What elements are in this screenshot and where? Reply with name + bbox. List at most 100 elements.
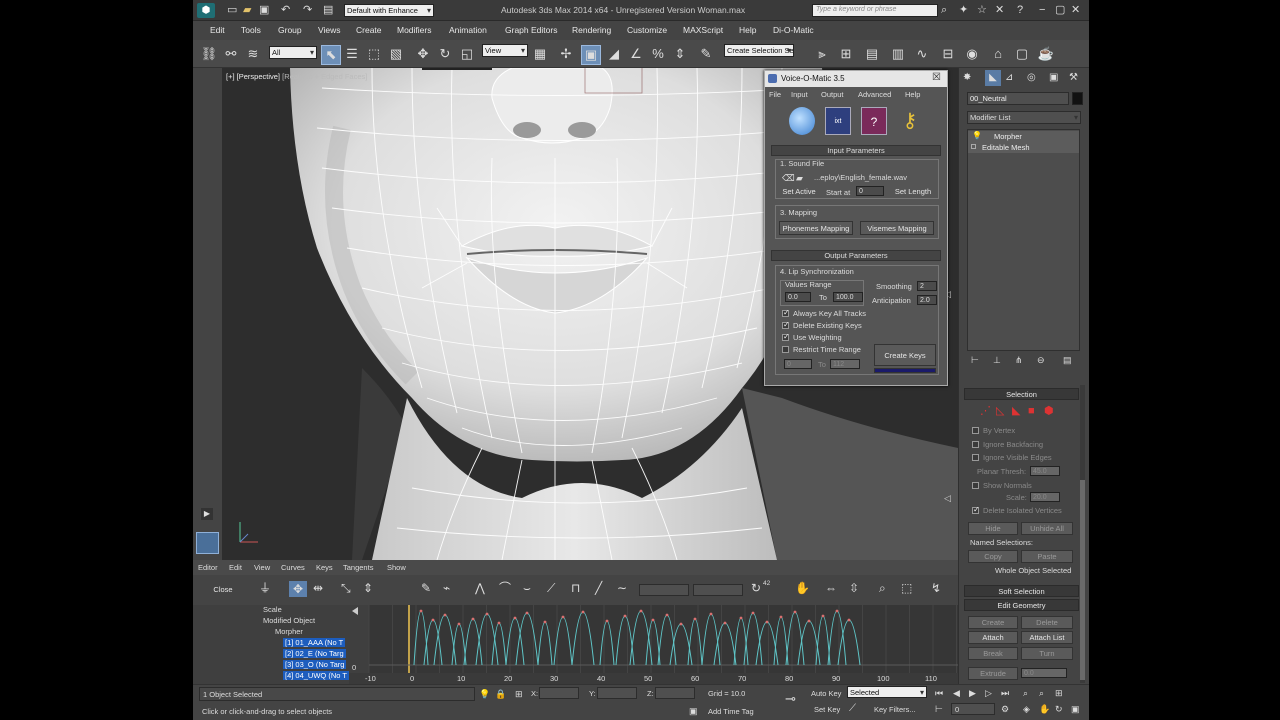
select-manipulate-icon[interactable]: ✢ bbox=[557, 45, 575, 63]
tangent-custom-icon[interactable]: ⌒ bbox=[499, 582, 511, 594]
tangent-step-icon[interactable]: ⊓ bbox=[571, 582, 580, 594]
time-from-spinner[interactable]: 0 bbox=[784, 359, 812, 369]
expand-icon[interactable] bbox=[971, 144, 976, 149]
viewport-point-of-view[interactable]: [Perspective] bbox=[237, 72, 280, 81]
turn-button[interactable]: Turn bbox=[1021, 647, 1073, 660]
mirror-icon[interactable]: ⫸ bbox=[813, 45, 831, 63]
make-unique-icon[interactable]: ⋔ bbox=[1015, 354, 1023, 366]
break-button[interactable]: Break bbox=[968, 647, 1018, 660]
polygon-level-icon[interactable]: ■ bbox=[1028, 405, 1035, 417]
time-to-spinner[interactable]: 112 bbox=[830, 359, 860, 369]
unhide-all-button[interactable]: Unhide All bbox=[1021, 522, 1073, 535]
vom-output-params-header[interactable]: Output Parameters bbox=[771, 250, 941, 261]
search-icon[interactable]: ⌕ bbox=[941, 4, 947, 16]
character-mapping-icon[interactable]: ? bbox=[861, 107, 887, 135]
zoom-all-icon[interactable]: ⌕ bbox=[1039, 687, 1044, 699]
workspace-dropdown[interactable]: Default with Enhance bbox=[344, 4, 434, 17]
menu-customize[interactable]: Customize bbox=[627, 25, 667, 35]
link-icon[interactable]: ⛓ bbox=[200, 45, 218, 63]
tree-channel-2[interactable]: [2] 02_E (No Targ bbox=[283, 649, 346, 658]
key-filters-button[interactable]: Key Filters... bbox=[874, 705, 916, 714]
isolate-selection-icon[interactable]: 💡 bbox=[479, 688, 490, 700]
undo-icon[interactable]: ↶ bbox=[281, 4, 290, 16]
set-key-button[interactable]: Set Key bbox=[814, 705, 840, 714]
attach-list-button[interactable]: Attach List bbox=[1021, 631, 1073, 644]
key-value-field[interactable] bbox=[693, 584, 743, 596]
go-to-start-icon[interactable]: ⏮ bbox=[935, 687, 943, 699]
planar-thresh-spinner[interactable]: 45.0 bbox=[1030, 466, 1060, 476]
zoom-region-icon[interactable]: ⬚ bbox=[901, 582, 912, 594]
start-at-spinner[interactable]: 0 bbox=[856, 186, 884, 196]
select-by-name-icon[interactable]: ☰ bbox=[343, 45, 361, 63]
tangent-slow-icon[interactable]: ⟋ bbox=[547, 582, 555, 594]
key-tangent-icon[interactable]: ⟋ bbox=[849, 703, 856, 715]
utilities-tab-icon[interactable]: ⚒ bbox=[1069, 72, 1078, 84]
orbit-icon[interactable]: ↻ bbox=[1055, 703, 1063, 715]
bind-space-warp-icon[interactable]: ≋ bbox=[244, 45, 262, 63]
select-rotate-icon[interactable]: ↻ bbox=[436, 45, 454, 63]
maximize-icon[interactable]: ▢ bbox=[1055, 4, 1065, 16]
vom-menu-file[interactable]: File bbox=[769, 90, 781, 99]
scale-values-icon[interactable]: ⇕ bbox=[363, 582, 373, 594]
zoom-horizontal-extents-icon[interactable]: ⇔ bbox=[825, 582, 837, 594]
face-level-icon[interactable]: ◣ bbox=[1012, 405, 1020, 417]
minimize-icon[interactable]: − bbox=[1039, 4, 1045, 16]
maximize-viewport-icon[interactable]: ⊞ bbox=[1055, 687, 1063, 699]
curve-editor-close-button[interactable]: Close bbox=[201, 583, 245, 598]
field-of-view-icon[interactable]: ◈ bbox=[1023, 703, 1030, 715]
ce-menu-view[interactable]: View bbox=[254, 563, 270, 572]
create-tab-icon[interactable]: ✸ bbox=[963, 72, 971, 84]
save-file-icon[interactable]: ▣ bbox=[259, 4, 269, 16]
key-selection-dropdown[interactable]: Selected bbox=[847, 686, 927, 698]
edit-named-selection-icon[interactable]: ✎ bbox=[697, 45, 715, 63]
pan-view-icon[interactable]: ✋ bbox=[1039, 703, 1050, 715]
element-level-icon[interactable]: ⬢ bbox=[1044, 405, 1054, 417]
graphite-modeling-icon[interactable]: ▥ bbox=[889, 45, 907, 63]
time-tag-icon[interactable]: ▣ bbox=[689, 705, 698, 717]
key-license-icon[interactable]: ⚷ bbox=[897, 107, 923, 135]
light-bulb-icon[interactable]: 💡 bbox=[972, 131, 982, 140]
smoothing-spinner[interactable]: 2 bbox=[917, 281, 937, 291]
select-scale-icon[interactable]: ◱ bbox=[458, 45, 476, 63]
zoom-value-extents-icon[interactable]: ⇳ bbox=[849, 582, 859, 594]
scale-spinner[interactable]: 20.0 bbox=[1030, 492, 1060, 502]
rectangular-selection-icon[interactable]: ⬚ bbox=[365, 45, 383, 63]
tree-channel-3[interactable]: [3] 03_O (No Targ bbox=[283, 660, 347, 669]
zoom-extents-all-icon[interactable]: ⌕ bbox=[1023, 687, 1028, 699]
paste-button[interactable]: Paste bbox=[1021, 550, 1073, 563]
configure-modifier-sets-icon[interactable]: ▤ bbox=[1063, 354, 1072, 366]
hide-button[interactable]: Hide bbox=[968, 522, 1018, 535]
render-setup-icon[interactable]: ⌂ bbox=[989, 45, 1007, 63]
motion-tab-icon[interactable]: ◎ bbox=[1027, 72, 1036, 84]
hierarchy-tab-icon[interactable]: ⊿ bbox=[1005, 72, 1013, 84]
close-window-icon[interactable]: ✕ bbox=[1071, 4, 1080, 16]
copy-button[interactable]: Copy bbox=[968, 550, 1018, 563]
ce-menu-tangents[interactable]: Tangents bbox=[343, 563, 373, 572]
tangent-linear-icon[interactable]: ╱ bbox=[595, 582, 602, 594]
remove-sound-icon[interactable]: ⌫ bbox=[782, 172, 795, 184]
select-object-icon[interactable]: ⬉ bbox=[321, 45, 341, 65]
vom-menu-output[interactable]: Output bbox=[821, 90, 844, 99]
delete-isolated-checkbox[interactable] bbox=[972, 505, 980, 514]
vom-close-button[interactable]: ☒ bbox=[932, 72, 941, 83]
project-folder-icon[interactable]: ▤ bbox=[323, 4, 333, 16]
spinner-snap-icon[interactable]: ⇕ bbox=[671, 45, 689, 63]
open-file-icon[interactable]: ▰ bbox=[243, 4, 251, 16]
tree-item-scale[interactable]: Scale bbox=[263, 605, 282, 614]
next-frame-icon[interactable]: ▷ bbox=[985, 687, 992, 699]
tree-channel-1[interactable]: [1] 01_AAA (No T bbox=[283, 638, 346, 647]
ce-menu-show[interactable]: Show bbox=[387, 563, 406, 572]
display-tab-icon[interactable]: ▣ bbox=[1049, 72, 1058, 84]
absolute-mode-icon[interactable]: ⊞ bbox=[515, 688, 523, 700]
menu-rendering[interactable]: Rendering bbox=[572, 25, 611, 35]
angle-snap-icon[interactable]: ∠ bbox=[627, 45, 645, 63]
edge-level-icon[interactable]: ◺ bbox=[996, 405, 1004, 417]
show-end-result-icon[interactable]: ⊥ bbox=[993, 354, 1001, 366]
tree-item-modified-object[interactable]: Modified Object bbox=[263, 616, 315, 625]
always-key-checkbox[interactable] bbox=[782, 308, 790, 317]
app-logo-icon[interactable]: ⬢ bbox=[197, 3, 215, 18]
phonemes-mapping-button[interactable]: Phonemes Mapping bbox=[779, 221, 853, 235]
range-from-spinner[interactable]: 0.0 bbox=[785, 292, 811, 302]
menu-maxscript[interactable]: MAXScript bbox=[683, 25, 723, 35]
redo-icon[interactable]: ↷ bbox=[303, 4, 312, 16]
